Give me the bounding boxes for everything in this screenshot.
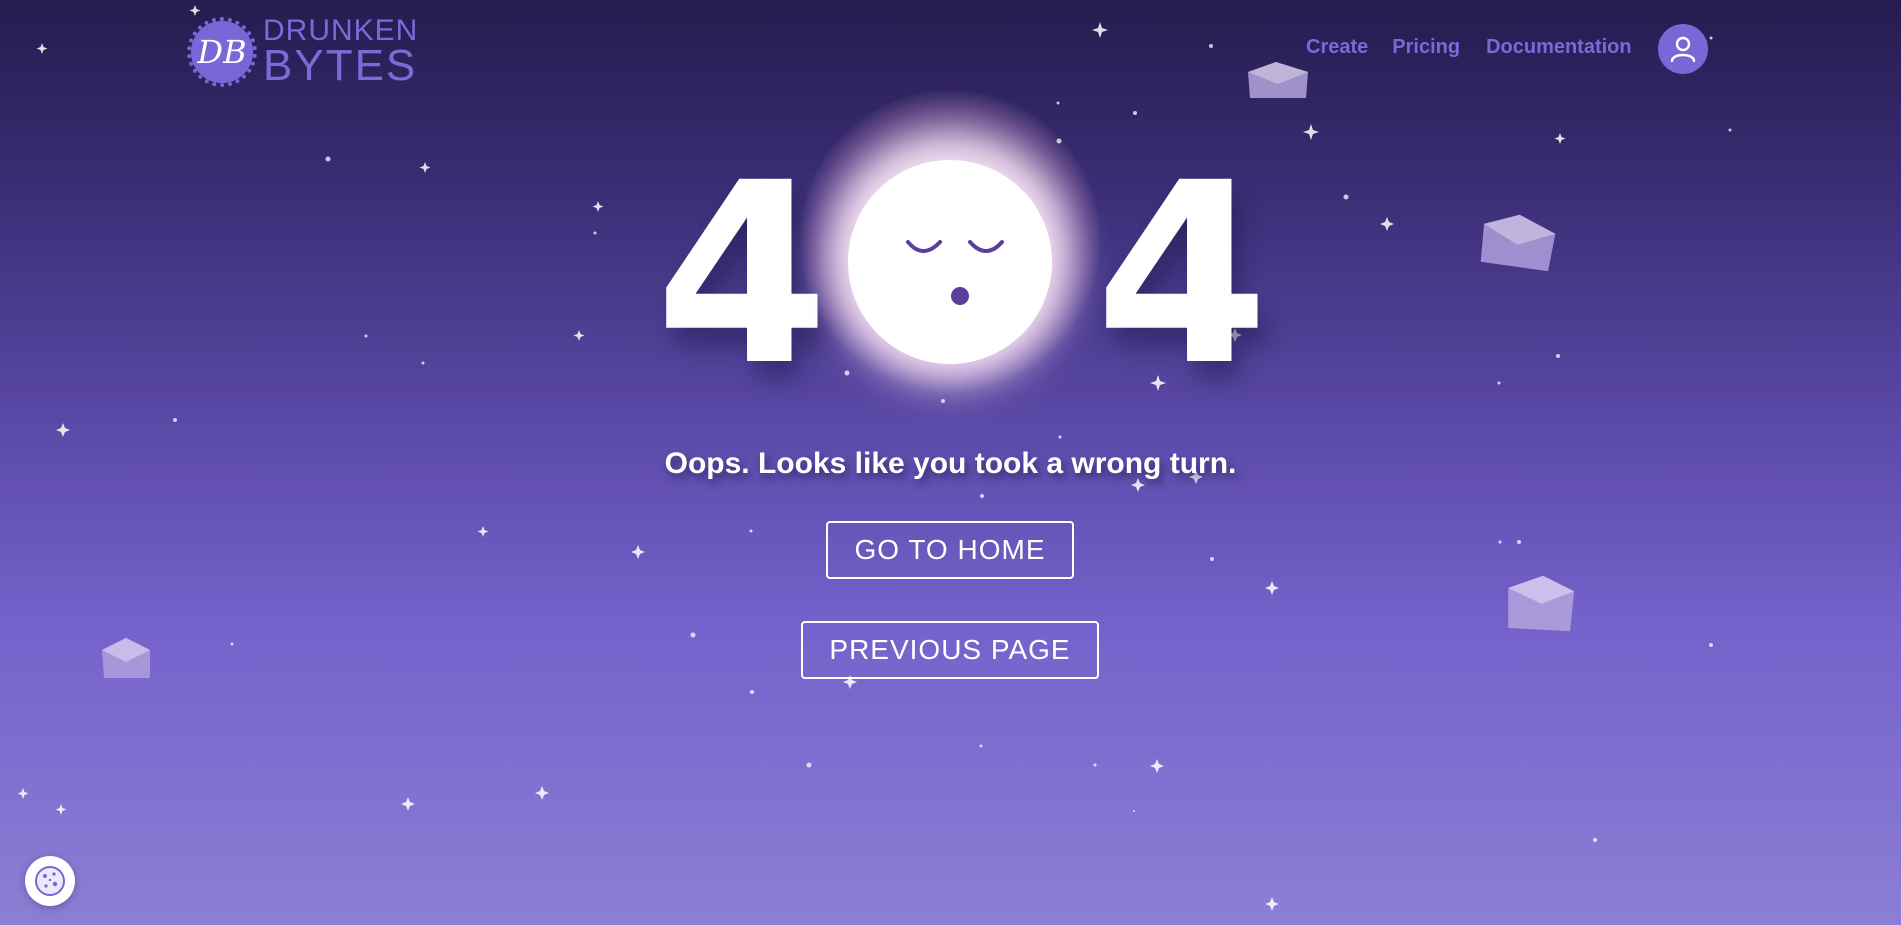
logo-wordmark: DRUNKEN BYTES bbox=[263, 16, 418, 88]
brand-logo[interactable]: DB DRUNKEN BYTES bbox=[187, 16, 418, 88]
user-icon bbox=[1670, 36, 1696, 63]
main-nav: Create Pricing Documentation bbox=[1306, 36, 1632, 59]
user-account-button[interactable] bbox=[1658, 24, 1708, 74]
error-digit-right: 4 bbox=[1095, 129, 1269, 420]
cookie-settings-button[interactable] bbox=[25, 856, 75, 906]
nav-documentation-link[interactable]: Documentation bbox=[1486, 36, 1632, 59]
logo-monogram: DB bbox=[197, 33, 247, 71]
go-to-home-button[interactable]: GO TO HOME bbox=[826, 521, 1074, 579]
sleeping-moon-icon bbox=[848, 160, 1052, 364]
error-headline: Oops. Looks like you took a wrong turn. bbox=[664, 447, 1237, 480]
error-digit-left: 4 bbox=[655, 129, 829, 420]
logo-line-2: BYTES bbox=[263, 41, 418, 90]
nav-create-link[interactable]: Create bbox=[1306, 36, 1368, 59]
previous-page-button[interactable]: PREVIOUS PAGE bbox=[801, 621, 1099, 679]
logo-badge: DB bbox=[187, 17, 257, 87]
cookie-icon bbox=[35, 866, 65, 896]
moon-face bbox=[906, 240, 1004, 305]
nav-pricing-link[interactable]: Pricing bbox=[1392, 36, 1460, 59]
